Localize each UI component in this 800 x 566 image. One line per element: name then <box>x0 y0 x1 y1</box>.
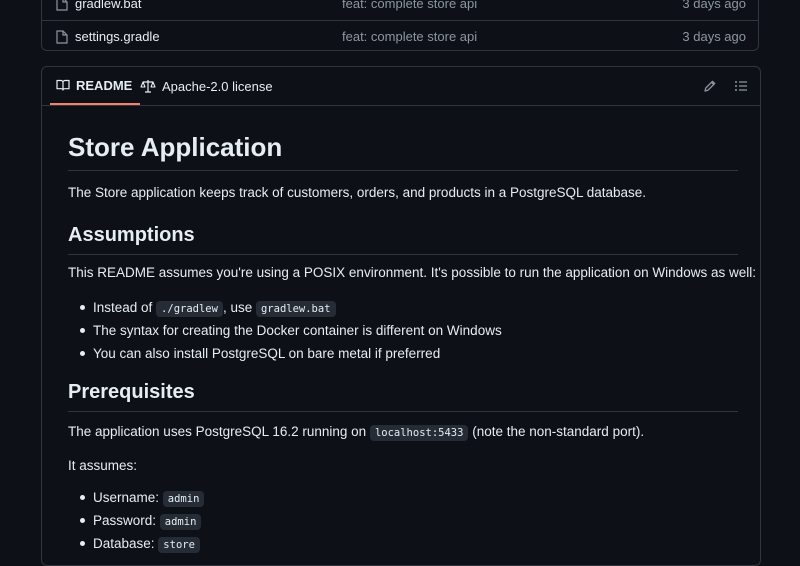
list-item-label: Username: <box>93 490 163 505</box>
inline-code: gradlew.bat <box>255 301 336 317</box>
commit-message-link[interactable]: feat: complete store api <box>342 29 477 44</box>
assumptions-paragraph: This README assumes you're using a POSIX… <box>68 265 756 280</box>
list-item: You can also install PostgreSQL on bare … <box>68 342 502 365</box>
list-item: Instead of ./gradlew, use gradlew.bat <box>68 296 502 319</box>
list-unordered-icon[interactable] <box>733 78 749 94</box>
inline-code: admin <box>159 514 202 530</box>
tab-readme-label: README <box>76 77 133 93</box>
list-item: The syntax for creating the Docker conta… <box>68 319 502 342</box>
commit-message-link[interactable]: feat: complete store api <box>342 0 477 11</box>
file-list: gradlew.bat feat: complete store api 3 d… <box>41 0 759 51</box>
file-icon <box>56 30 68 44</box>
prerequisites-heading: Prerequisites <box>68 379 738 412</box>
pencil-icon[interactable] <box>702 78 718 94</box>
commit-date: 3 days ago <box>682 29 746 44</box>
tab-readme[interactable]: README <box>50 67 141 105</box>
file-name-link[interactable]: settings.gradle <box>75 29 160 44</box>
tab-license[interactable]: Apache-2.0 license <box>134 67 279 105</box>
file-row[interactable]: gradlew.bat feat: complete store api 3 d… <box>42 0 758 20</box>
paragraph-text: (note the non-standard port). <box>468 424 645 439</box>
list-item-text: Instead of <box>93 300 157 315</box>
inline-code: ./gradlew <box>156 301 223 317</box>
list-item-label: Password: <box>93 513 160 528</box>
assumptions-list: Instead of ./gradlew, use gradlew.bat Th… <box>68 296 502 365</box>
book-icon <box>56 79 70 91</box>
law-icon <box>140 80 156 93</box>
list-item-label: Database: <box>93 536 159 551</box>
inline-code: admin <box>162 491 205 507</box>
list-item: Password: admin <box>68 509 204 532</box>
assumptions-heading: Assumptions <box>68 222 738 255</box>
inline-code: localhost:5433 <box>369 425 469 441</box>
readme-header: README Apache-2.0 license <box>42 67 760 106</box>
it-assumes-paragraph: It assumes: <box>68 458 138 473</box>
tab-license-label: Apache-2.0 license <box>162 78 273 94</box>
file-name-link[interactable]: gradlew.bat <box>75 0 142 11</box>
file-row[interactable]: settings.gradle feat: complete store api… <box>42 20 758 53</box>
file-icon <box>56 0 68 11</box>
readme-panel: README Apache-2.0 license Store Applicat… <box>41 66 761 566</box>
list-item-text: , use <box>222 300 256 315</box>
commit-date: 3 days ago <box>682 0 746 11</box>
readme-title: Store Application <box>68 130 738 171</box>
intro-paragraph: The Store application keeps track of cus… <box>68 185 647 200</box>
list-item: Database: store <box>68 532 204 555</box>
paragraph-text: The application uses PostgreSQL 16.2 run… <box>68 424 370 439</box>
list-item: Username: admin <box>68 486 205 509</box>
credentials-list: Username: admin Password: admin Database… <box>68 486 205 555</box>
inline-code: store <box>158 537 200 553</box>
prerequisites-paragraph: The application uses PostgreSQL 16.2 run… <box>68 422 644 443</box>
